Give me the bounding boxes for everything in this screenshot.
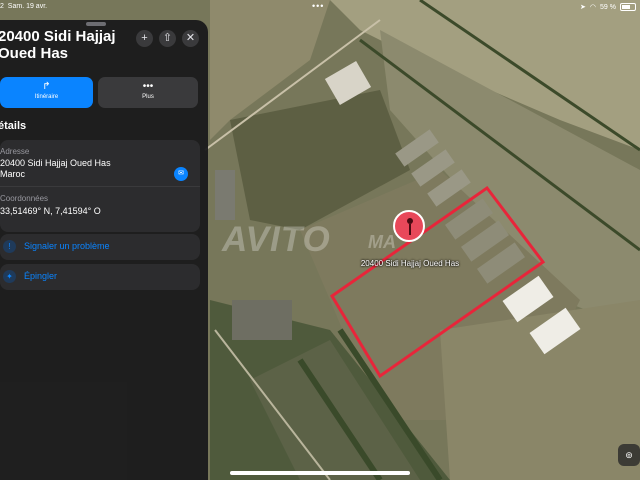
epingler-label: Épingler [24,271,58,281]
watermark-suffix: MA [368,232,396,252]
plus-button[interactable]: ••• Plus [98,77,198,108]
battery-icon [620,3,636,11]
close-icon: ✕ [185,32,196,44]
wifi-icon: ◠ [589,4,597,11]
divider [0,186,200,187]
status-date: Sam. 19 avr. [7,3,48,10]
address-line2[interactable]: Maroc [0,169,25,180]
address-line1[interactable]: 20400 Sidi Hajjaj Oued Has [0,158,111,169]
home-indicator[interactable] [230,471,410,475]
report-icon: ! [3,240,16,253]
status-time: 2 Sam. 19 avr. [0,3,48,10]
place-card-panel: 20400 Sidi Hajjaj Oued Has + ⇧ ✕ ↱ Itiné… [0,20,208,480]
address-label: Adresse [0,147,30,156]
location-arrow-icon: ➤ [580,4,586,11]
report-problem-row[interactable]: ! Signaler un problème [0,234,200,260]
look-around-button[interactable]: ⊚ [618,444,640,466]
epingler-row[interactable]: ✦ Épingler [0,264,200,290]
details-card: Adresse 20400 Sidi Hajjaj Oued Has Maroc… [0,140,200,232]
multitasking-dots-icon[interactable]: ••• [312,1,324,11]
status-indicators: ➤ ◠ 59 % [580,3,636,11]
status-bar: 2 Sam. 19 avr. ••• ➤ ◠ 59 % [0,0,640,14]
location-pin[interactable] [393,210,425,242]
more-icon: ••• [142,81,154,92]
place-title: 20400 Sidi Hajjaj Oued Has [0,28,116,62]
pin-icon: ✦ [3,270,16,283]
share-button[interactable]: ⇧ [159,30,176,47]
message-icon[interactable]: ✉ [174,167,188,181]
add-button[interactable]: + [136,30,153,47]
coords-label: Coordonnées [0,194,49,203]
report-problem-label: Signaler un problème [24,241,110,251]
watermark-brand: AVITO [222,220,331,259]
battery-percent: 59 % [600,3,616,11]
directions-icon: ↱ [42,81,51,92]
itineraire-button[interactable]: ↱ Itinéraire [0,77,93,108]
plus-label: Plus [142,94,154,100]
pin-label[interactable]: 20400 Sidi Hajjaj Oued Has [360,259,460,268]
close-button[interactable]: ✕ [182,30,199,47]
share-icon: ⇧ [162,32,173,44]
plus-icon: + [141,32,148,44]
itineraire-label: Itinéraire [34,94,59,100]
screen: AVITO MA 20400 Sidi Hajjaj Oued Has 2 Sa… [0,0,640,480]
binoculars-icon: ⊚ [625,450,633,460]
details-heading: étails [0,120,27,132]
panel-grabber[interactable] [86,22,106,26]
pin-stem-icon [409,224,411,235]
coords-value[interactable]: 33,51469° N, 7,41594° O [0,206,101,217]
